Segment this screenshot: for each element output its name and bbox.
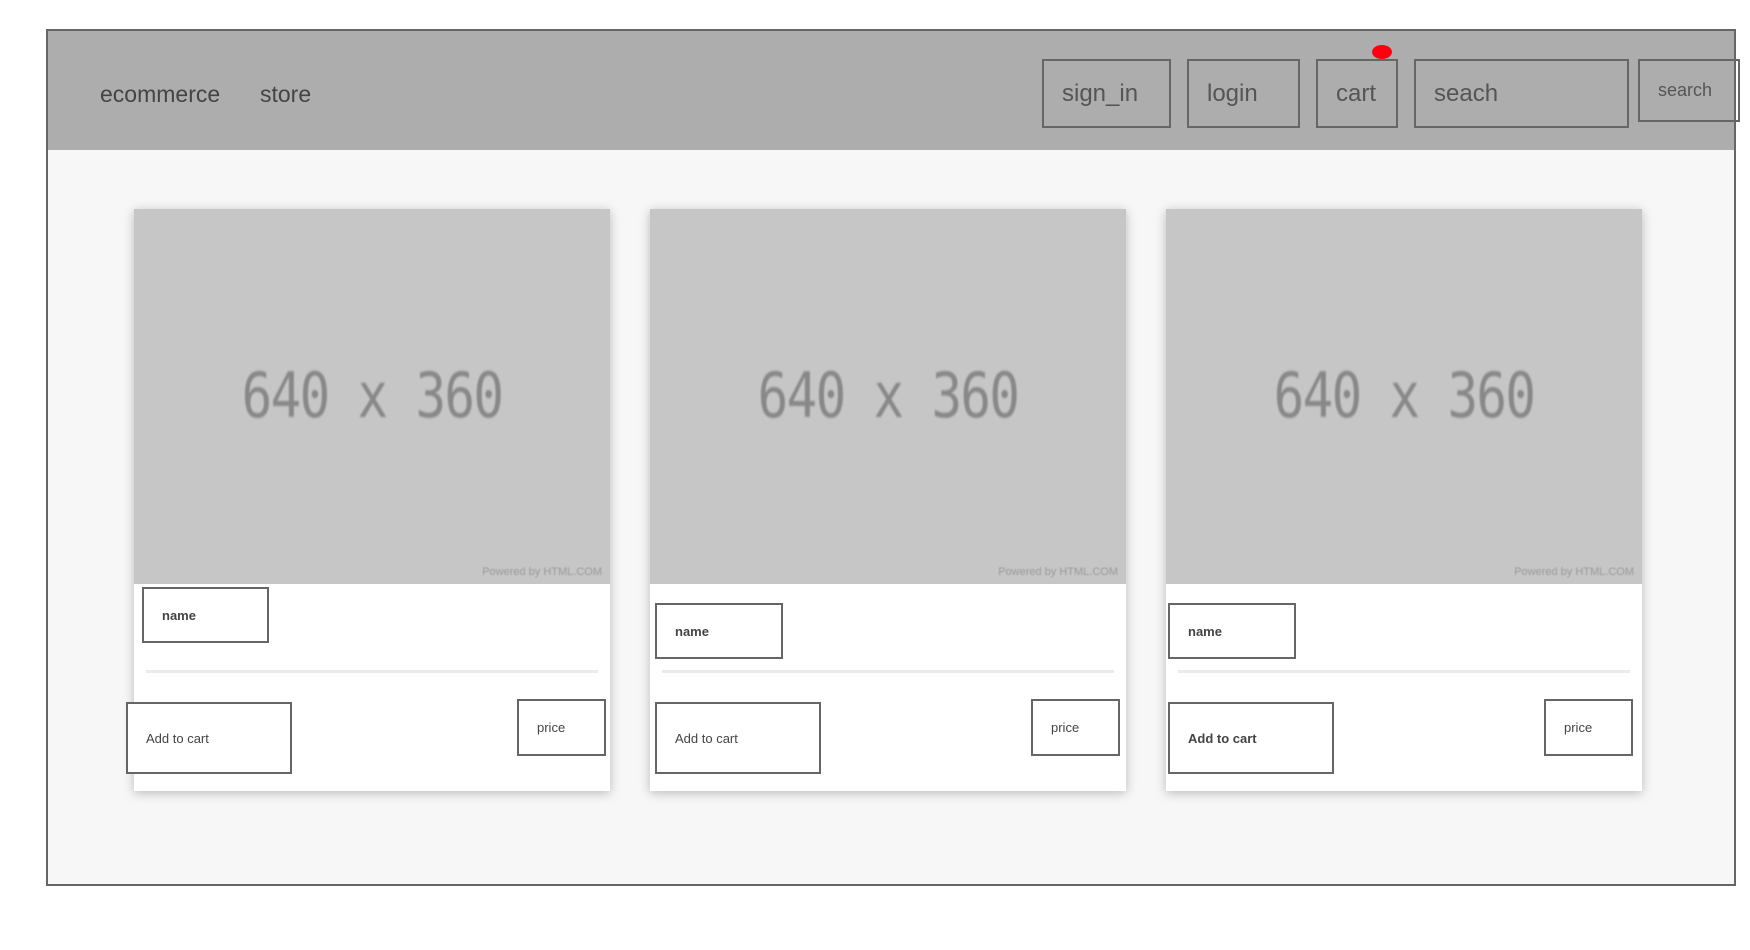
product-name-field: name [1168, 603, 1296, 659]
top-navbar: ecommerce store sign_in login cart seach… [48, 31, 1740, 150]
cart-button[interactable]: cart [1316, 59, 1398, 128]
product-image: 640 x 360 Powered by HTML.COM [1166, 209, 1642, 584]
divider [662, 670, 1114, 673]
product-image: 640 x 360 Powered by HTML.COM [134, 209, 610, 584]
search-input[interactable]: seach [1414, 59, 1629, 128]
product-card: 640 x 360 Powered by HTML.COM name Add t… [650, 209, 1126, 791]
divider [1178, 670, 1630, 673]
login-button[interactable]: login [1187, 59, 1300, 128]
product-name-field: name [142, 587, 269, 643]
page-frame: ecommerce store sign_in login cart seach… [46, 29, 1740, 886]
add-to-cart-button[interactable]: Add to cart [655, 702, 821, 774]
sign-in-button[interactable]: sign_in [1042, 59, 1171, 128]
cart-badge-icon [1372, 45, 1392, 59]
add-to-cart-button[interactable]: Add to cart [1168, 702, 1334, 774]
price-field: price [1031, 699, 1120, 756]
image-size-label: 640 x 360 [757, 359, 1020, 432]
brand-name[interactable]: ecommerce [100, 81, 220, 108]
image-credit: Powered by HTML.COM [1514, 566, 1634, 578]
search-button[interactable]: search [1638, 59, 1740, 122]
add-to-cart-button[interactable]: Add to cart [126, 702, 292, 774]
image-size-label: 640 x 360 [241, 359, 504, 432]
store-link[interactable]: store [260, 81, 311, 108]
product-name-field: name [655, 603, 783, 659]
image-credit: Powered by HTML.COM [998, 566, 1118, 578]
product-card: 640 x 360 Powered by HTML.COM name Add t… [126, 209, 610, 791]
price-field: price [1544, 699, 1633, 756]
product-card: 640 x 360 Powered by HTML.COM name Add t… [1166, 209, 1642, 791]
price-field: price [517, 699, 606, 756]
image-credit: Powered by HTML.COM [482, 566, 602, 578]
product-image: 640 x 360 Powered by HTML.COM [650, 209, 1126, 584]
image-size-label: 640 x 360 [1273, 359, 1536, 432]
divider [146, 670, 598, 673]
